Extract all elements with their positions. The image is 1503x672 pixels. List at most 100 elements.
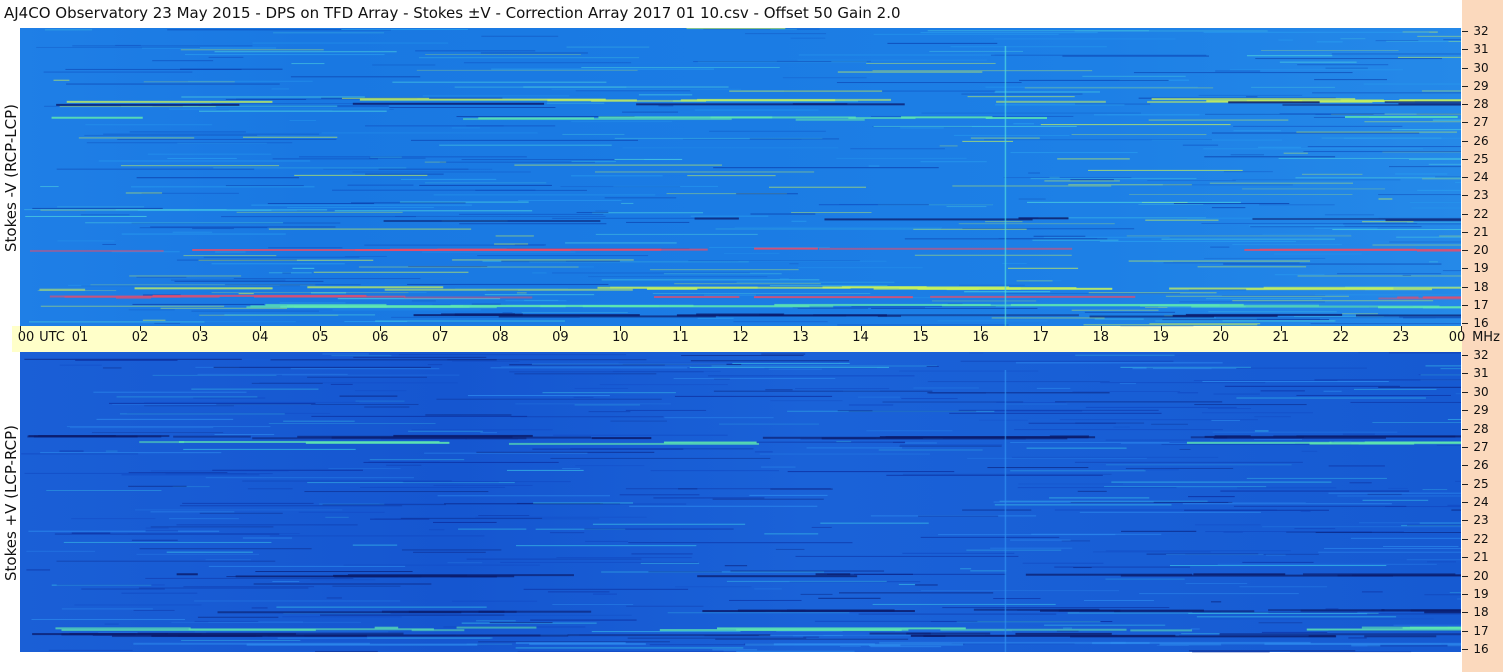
rfi-streak [1420,374,1461,376]
rfi-streak [183,448,356,450]
frequency-tick-label: 21 [1473,224,1489,239]
rfi-streak [1143,318,1320,320]
rfi-streak [1239,586,1328,588]
rfi-streak [942,607,1170,609]
rfi-streak [1324,547,1461,549]
rfi-streak [251,382,323,384]
rfi-streak [1055,401,1223,403]
rfi-streak [298,511,385,513]
rfi-streak [194,620,259,622]
rfi-streak [225,185,304,187]
frequency-tick-mark [1462,304,1468,306]
rfi-streak [1010,152,1138,154]
rfi-streak [1455,393,1461,395]
rfi-streak [795,388,890,390]
rfi-streak [279,302,346,304]
rfi-streak [1314,379,1461,381]
rfi-streak [1010,441,1170,443]
rfi-streak [40,305,225,307]
rfi-streak [152,374,277,376]
rfi-streak [25,215,147,217]
rfi-streak [1084,311,1176,313]
rfi-streak [452,259,634,261]
rfi-streak [1105,439,1211,441]
rfi-streak [1337,273,1442,275]
frequency-tick-mark [1462,373,1468,375]
rfi-streak [181,96,365,98]
rfi-streak [359,98,606,101]
rfi-streak [1301,450,1318,452]
rfi-streak [1382,545,1459,547]
rfi-streak [480,432,498,434]
rfi-streak [999,500,1208,502]
utc-tick-label: 16 [972,330,989,345]
utc-tick-label: 09 [552,330,569,345]
frequency-tick-mark [1462,122,1468,124]
utc-tick-label: 00 [17,330,35,345]
rfi-streak [1043,236,1170,238]
rfi-streak [837,324,1009,326]
rfi-streak [1255,58,1443,60]
rfi-streak [289,120,317,122]
rfi-streak [392,81,607,83]
rfi-streak [451,127,480,129]
rfi-streak [145,577,354,579]
rfi-streak [307,376,428,378]
rfi-streak [1201,412,1313,414]
rfi-streak [1261,631,1328,633]
rfi-streak [574,387,629,389]
rfi-streak [595,233,758,235]
rfi-streak [1105,550,1291,552]
rfi-streak [1014,429,1223,431]
frequency-tick-mark [1462,410,1468,412]
rfi-streak [21,453,139,455]
rfi-streak [575,90,691,92]
rfi-streak [1213,393,1260,395]
rfi-streak [736,193,798,195]
rfi-streak [765,389,793,391]
rfi-streak [268,423,436,425]
rfi-streak [622,111,679,113]
rfi-streak [819,247,1073,250]
rfi-streak [523,588,689,590]
rfi-streak [1186,441,1332,444]
frequency-tick-label: 20 [1473,243,1489,257]
rfi-streak [75,359,178,361]
rfi-streak [836,157,967,159]
rfi-streak [1100,382,1266,384]
frequency-tick-label: 24 [1473,170,1489,184]
rfi-streak [515,647,744,649]
rfi-streak [1033,235,1086,237]
rfi-streak [726,580,887,582]
rfi-streak [1027,201,1241,203]
rfi-streak [315,650,378,652]
rfi-streak [1315,532,1461,534]
utc-tick-mark [1280,326,1282,331]
rfi-streak [145,527,169,529]
frequency-tick-mark [1462,140,1468,142]
rfi-streak [1198,94,1303,96]
rfi-streak [372,64,436,66]
rfi-streak [967,96,1075,98]
rfi-streak [407,283,609,285]
rfi-streak [749,494,828,496]
rfi-streak [790,37,826,39]
rfi-streak [956,621,1101,623]
rfi-streak [471,303,501,305]
rfi-streak [1408,159,1461,161]
rfi-streak [1111,481,1332,483]
rfi-streak [1344,116,1458,119]
rfi-streak [1447,418,1461,420]
rfi-streak [205,477,415,479]
rfi-streak [1145,307,1168,309]
rfi-streak [687,175,776,177]
rfi-streak [1451,509,1461,511]
rfi-streak [1249,225,1345,227]
rfi-streak [413,551,486,553]
rfi-streak [1201,222,1418,224]
rfi-streak [197,616,279,618]
rfi-streak [181,639,301,641]
rfi-streak [1147,180,1236,182]
rfi-streak [1217,563,1437,565]
rfi-streak [1224,385,1400,387]
